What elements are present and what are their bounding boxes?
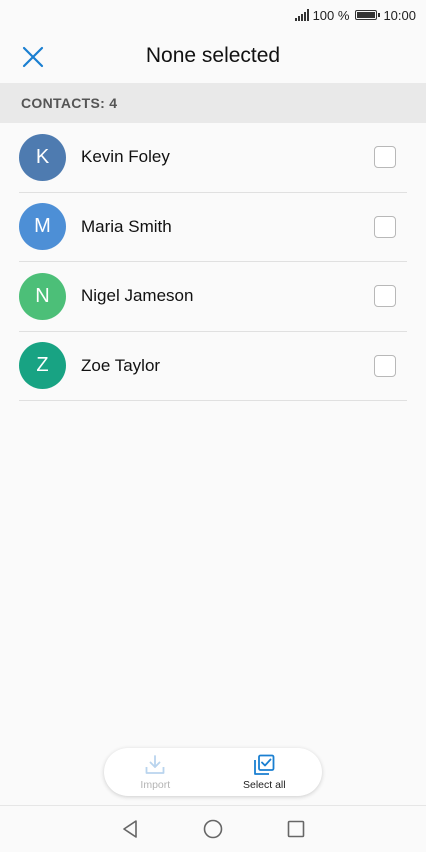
status-time: 10:00	[383, 7, 416, 23]
select-all-button[interactable]: Select all	[243, 753, 286, 791]
contact-avatar: K	[19, 133, 66, 181]
select-all-icon	[254, 754, 275, 775]
signal-icon	[294, 9, 309, 21]
contact-avatar: Z	[19, 342, 66, 390]
recents-icon[interactable]	[284, 817, 308, 841]
app-header: None selected	[0, 30, 426, 82]
contact-row[interactable]: M Maria Smith	[19, 193, 407, 262]
screen: 100 % 10:00 None selected CONTACTS: 4 KK…	[0, 0, 426, 852]
contact-name: Nigel Jameson	[81, 286, 194, 306]
back-icon[interactable]	[118, 817, 142, 841]
contact-list: K Kevin Foley M Maria Smith N Nigel Jameson Z Z…	[19, 123, 407, 401]
contact-name: Maria Smith	[81, 216, 172, 236]
home-icon[interactable]	[201, 817, 225, 841]
contact-row[interactable]: K Kevin Foley	[19, 123, 407, 193]
battery-icon	[355, 10, 381, 20]
import-label: Import	[140, 779, 171, 791]
import-button[interactable]: Import	[140, 753, 170, 791]
contact-name: Zoe Taylor	[81, 355, 161, 375]
battery-percentage: 100 %	[312, 7, 350, 23]
status-bar: 100 % 10:00	[0, 0, 426, 30]
navigation-bar	[0, 805, 426, 852]
import-icon	[145, 755, 165, 774]
contact-avatar: N	[19, 272, 66, 320]
contacts-count-header: CONTACTS: 4	[0, 83, 426, 123]
contact-checkbox[interactable]	[374, 285, 396, 308]
close-icon[interactable]	[20, 44, 46, 70]
contact-checkbox[interactable]	[374, 215, 396, 238]
contact-name: Kevin Foley	[81, 147, 170, 167]
select-all-label: Select all	[242, 779, 286, 791]
contact-row[interactable]: N Nigel Jameson	[19, 262, 407, 332]
page-title: None selected	[145, 44, 281, 67]
contact-avatar: M	[19, 203, 66, 251]
contact-checkbox[interactable]	[374, 146, 396, 169]
contact-row[interactable]: Z Zoe Taylor	[19, 332, 407, 401]
contact-checkbox[interactable]	[374, 354, 396, 377]
action-bar: Import Select all	[104, 748, 322, 796]
